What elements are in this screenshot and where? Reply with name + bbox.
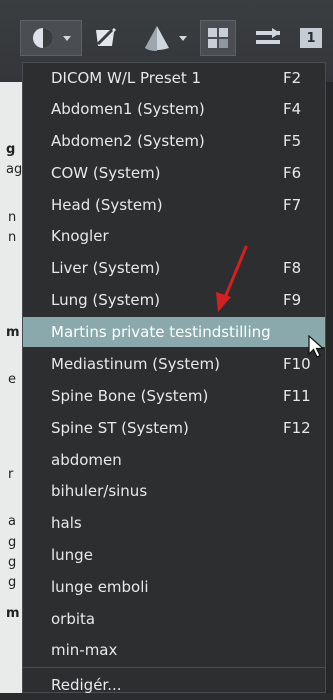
mouse-cursor-icon [308,335,325,358]
chevron-down-icon[interactable] [179,35,187,41]
menu-item-shortcut: F12 [283,419,311,437]
chevron-down-icon[interactable] [63,35,71,41]
menu-item-abdomen[interactable]: abdomen [23,445,325,475]
crop-button[interactable] [88,20,122,56]
menu-item-hals[interactable]: hals [23,508,325,538]
window-level-button[interactable] [20,20,82,56]
series-sync-icon [256,28,280,44]
menu-item-label: Martins private testindstilling [51,323,271,341]
menu-item-lunge[interactable]: lunge [23,540,325,570]
menu-item-label: Abdomen2 (System) [51,132,205,150]
background-text-fragment: a [8,514,16,529]
screen-number-badge: 1 [300,28,322,48]
window-level-preset-menu: DICOM W/L Preset 1 F2 Abdomen1 (System) … [22,62,326,694]
menu-item-liver-system[interactable]: Liver (System) F8 [23,253,325,283]
menu-item-edit[interactable]: Redigér... [23,670,325,700]
menu-item-lung-system[interactable]: Lung (System) F9 [23,285,325,315]
menu-item-shortcut: F2 [283,69,302,87]
menu-item-shortcut: F11 [283,387,311,405]
menu-item-orbita[interactable]: orbita [23,604,325,634]
menu-item-cow-system[interactable]: COW (System) F6 [23,158,325,188]
menu-item-mediastinum-system[interactable]: Mediastinum (System) F10 [23,349,325,379]
menu-item-shortcut: F7 [283,196,302,214]
menu-item-min-max[interactable]: min-max [23,635,325,665]
background-text-fragment: g [8,535,17,550]
menu-item-label: bihuler/sinus [51,482,148,500]
menu-item-label: COW (System) [51,164,161,182]
menu-item-label: Spine ST (System) [51,419,189,437]
menu-item-label: DICOM W/L Preset 1 [51,69,202,87]
menu-item-label: min-max [51,641,118,659]
background-text-fragment: g [8,575,17,590]
menu-item-label: lunge emboli [51,578,149,596]
menu-item-abdomen1-system[interactable]: Abdomen1 (System) F4 [23,94,325,124]
menu-item-label: Redigér... [51,676,122,694]
menu-item-lunge-emboli[interactable]: lunge emboli [23,572,325,602]
background-edge-strip [326,82,333,693]
menu-item-label: Knogler [51,227,109,245]
background-text-fragment: g [6,142,16,157]
background-text-fragment: m [6,325,20,340]
menu-item-label: hals [51,514,82,532]
menu-item-label: Abdomen1 (System) [51,100,205,118]
menu-item-martins-private-testindstilling[interactable]: Martins private testindstilling [23,317,325,347]
menu-item-label: Spine Bone (System) [51,387,209,405]
screen-number-label: 1 [306,30,316,46]
background-text-fragment: n [8,210,17,225]
background-text-fragment: r [8,467,14,482]
menu-item-spine-bone-system[interactable]: Spine Bone (System) F11 [23,381,325,411]
menu-item-shortcut: F10 [283,355,311,373]
series-sync-button[interactable] [250,20,286,56]
menu-item-head-system[interactable]: Head (System) F7 [23,190,325,220]
background-document-panel: g ag n n m e r a g g g m [0,82,22,693]
menu-item-knogler[interactable]: Knogler [23,221,325,251]
screen-number-button[interactable]: 1 [296,20,326,56]
menu-item-label: Liver (System) [51,259,161,277]
menu-item-shortcut: F4 [283,100,302,118]
background-text-fragment: e [8,372,16,387]
menu-item-dicom-wl-preset-1[interactable]: DICOM W/L Preset 1 F2 [23,63,325,93]
menu-item-bihuler-sinus[interactable]: bihuler/sinus [23,476,325,506]
cone-icon [145,26,169,51]
background-text-fragment: ag [6,162,22,177]
menu-item-label: orbita [51,610,96,628]
menu-item-label: abdomen [51,451,122,469]
background-text-fragment: g [8,555,17,570]
window-level-icon [33,28,53,48]
menu-separator [23,667,325,668]
menu-item-shortcut: F6 [283,164,302,182]
menu-item-shortcut: F9 [283,291,302,309]
menu-item-label: Head (System) [51,196,163,214]
menu-item-label: lunge [51,546,93,564]
layout-grid-icon [208,28,228,48]
crop-icon [96,28,116,46]
menu-item-spine-st-system[interactable]: Spine ST (System) F12 [23,413,325,443]
background-text-fragment: m [6,606,20,621]
menu-item-abdomen2-system[interactable]: Abdomen2 (System) F5 [23,126,325,156]
layout-button[interactable] [200,20,236,56]
background-text-fragment: n [8,230,17,245]
menu-item-shortcut: F5 [283,132,302,150]
menu-item-label: Lung (System) [51,291,161,309]
menu-item-shortcut: F8 [283,259,302,277]
cone-tool-button[interactable] [136,20,194,56]
menu-item-label: Mediastinum (System) [51,355,220,373]
